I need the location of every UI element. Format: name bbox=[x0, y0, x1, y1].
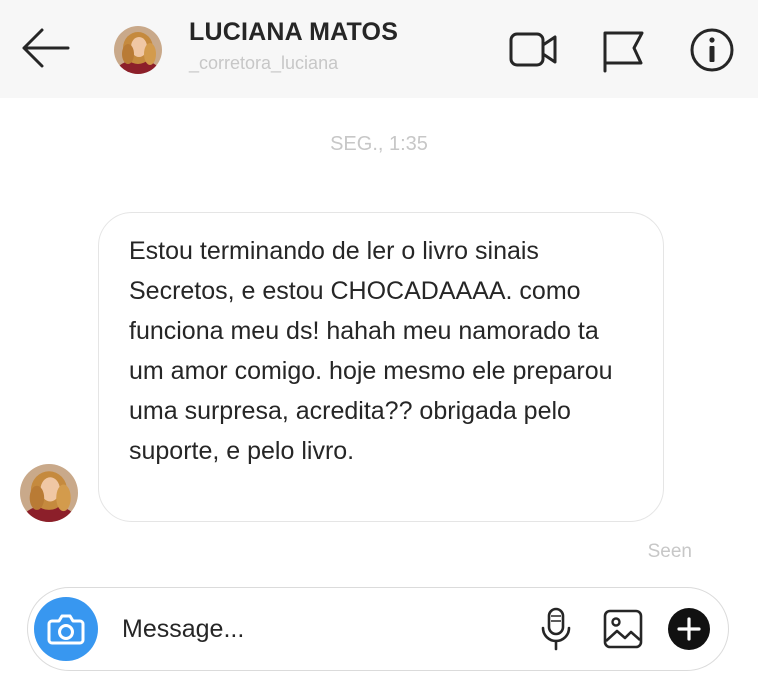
sender-avatar[interactable] bbox=[20, 464, 78, 522]
camera-button[interactable] bbox=[34, 597, 98, 661]
contact-username: _corretora_luciana bbox=[189, 53, 339, 73]
report-button[interactable] bbox=[598, 26, 648, 74]
video-camera-icon bbox=[509, 32, 557, 67]
message-text: Estou terminando de ler o livro sinais S… bbox=[129, 237, 613, 465]
conversation-title[interactable]: LUCIANA MATOS _corretora_luciana bbox=[189, 18, 399, 74]
avatar[interactable] bbox=[114, 26, 162, 74]
video-call-button[interactable] bbox=[508, 26, 558, 74]
seen-status: Seen bbox=[647, 541, 692, 562]
flag-icon bbox=[603, 31, 644, 73]
more-options-button[interactable] bbox=[666, 606, 712, 652]
gallery-icon bbox=[603, 609, 643, 649]
back-button[interactable] bbox=[18, 26, 72, 70]
contact-name: LUCIANA MATOS bbox=[189, 18, 397, 46]
message-composer bbox=[27, 587, 729, 671]
back-arrow-icon bbox=[22, 28, 70, 68]
voice-message-button[interactable] bbox=[533, 606, 579, 652]
microphone-icon bbox=[541, 607, 571, 651]
gallery-button[interactable] bbox=[600, 606, 646, 652]
camera-icon bbox=[47, 614, 85, 645]
message-timestamp: SEG., 1:35 bbox=[330, 133, 428, 155]
message-input[interactable] bbox=[122, 608, 512, 650]
chat-header: LUCIANA MATOS _corretora_luciana bbox=[0, 0, 758, 98]
info-icon bbox=[690, 28, 734, 72]
info-button[interactable] bbox=[688, 26, 738, 74]
message-bubble[interactable]: Estou terminando de ler o livro sinais S… bbox=[98, 212, 664, 522]
plus-icon bbox=[668, 608, 710, 650]
